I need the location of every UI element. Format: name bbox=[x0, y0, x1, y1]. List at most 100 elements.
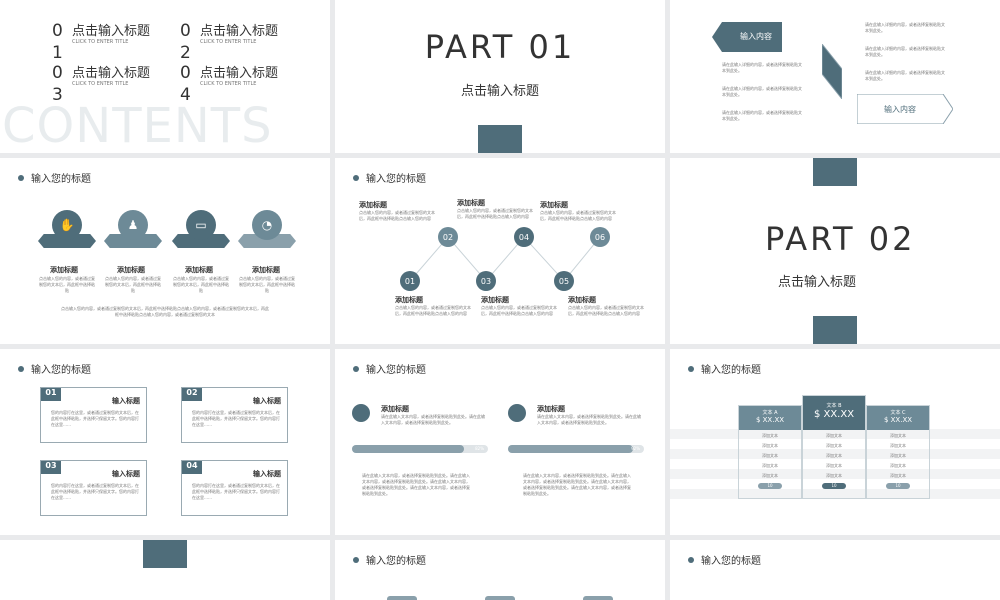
box-text: 您的内容打在这里，或者通过复制您的文本后，在此框中选择粘贴，并选择只保留文字。您… bbox=[192, 483, 280, 500]
bottom-item-3: 添加标题 点击输入您的内容，或者通过复制您的文本后，再此框中选择粘贴点击输入您的… bbox=[568, 295, 644, 317]
col-row: 添加文本 bbox=[826, 443, 842, 448]
item-title: 添加标题 bbox=[540, 201, 568, 209]
node-02[interactable]: 02 bbox=[438, 227, 458, 247]
contents-item-num: 04 bbox=[180, 63, 191, 105]
col-row: 添加文本 bbox=[826, 473, 842, 478]
monitor-icon: ▭ bbox=[186, 210, 216, 240]
col-button[interactable]: 10 bbox=[886, 483, 910, 489]
slide-zigzag[interactable]: 输入您的标题 01 02 03 04 05 06 添加标题 点击输入您的内容，或… bbox=[335, 158, 665, 344]
icon-item-4[interactable]: ◔ bbox=[238, 210, 296, 256]
header-dot-icon bbox=[688, 365, 694, 372]
pricing-col-b[interactable]: 文本 B $ XX.XX 添加文本 添加文本 添加文本 添加文本 添加文本 10 bbox=[802, 395, 866, 499]
contents-item-num: 02 bbox=[180, 21, 191, 63]
pricing-col-c[interactable]: 文本 C $ XX.XX 添加文本 添加文本 添加文本 添加文本 添加文本 10 bbox=[866, 405, 930, 499]
header-dot-icon bbox=[18, 174, 24, 181]
item-text: 点击输入您的内容，或者通过复制您的文本后，再此框中选择粘贴点击输入您的内容 bbox=[568, 305, 644, 316]
header-dot-icon bbox=[18, 365, 24, 372]
slide-boxes[interactable]: 输入您的标题 01 输入标题 您的内容打在这里，或者通过复制您的文本后，在此框中… bbox=[0, 349, 330, 535]
icon-item-3[interactable]: ▭ bbox=[172, 210, 230, 256]
col-row: 添加文本 bbox=[762, 443, 778, 448]
box-num: 02 bbox=[182, 388, 202, 401]
col-head: 文本 A $ XX.XX bbox=[739, 406, 801, 430]
icon-item-title: 添加标题 bbox=[185, 266, 213, 274]
node-04[interactable]: 04 bbox=[514, 227, 534, 247]
progress-bar-2: 92% bbox=[508, 445, 644, 453]
slide-progress[interactable]: 输入您的标题 添加标题 请在此输入文本内容，或者选择复制粘贴到此处。请在此输入文… bbox=[335, 349, 665, 535]
item-title: 添加标题 bbox=[568, 296, 596, 304]
col-button[interactable]: 10 bbox=[758, 483, 782, 489]
item-title: 添加标题 bbox=[481, 296, 509, 304]
bottom-item-2: 添加标题 点击输入您的内容，或者通过复制您的文本后，再此框中选择粘贴点击输入您的… bbox=[481, 295, 557, 317]
item-text: 点击输入您的内容，或者通过复制您的文本后，再此框中选择粘贴点击输入您的内容 bbox=[457, 208, 533, 219]
box-num: 01 bbox=[41, 388, 61, 401]
box-text: 您的内容打在这里，或者通过复制您的文本后，在此框中选择粘贴，并选择只保留文字。您… bbox=[51, 410, 139, 427]
slide-partial-10[interactable] bbox=[0, 540, 330, 600]
pricing-col-a[interactable]: 文本 A $ XX.XX 添加文本 添加文本 添加文本 添加文本 添加文本 10 bbox=[738, 405, 802, 499]
contents-item-4[interactable]: 04 点击输入标题 CLICK TO ENTER TITLE bbox=[180, 62, 278, 106]
node-03[interactable]: 03 bbox=[476, 271, 496, 291]
item-title: 添加标题 bbox=[395, 296, 423, 304]
item-text: 点击输入您的内容，或者通过复制您的文本后，再此框中选择粘贴点击输入您的内容 bbox=[395, 305, 471, 316]
block-title: 添加标题 bbox=[381, 405, 409, 413]
block-circle-icon bbox=[508, 404, 526, 422]
col-button[interactable]: 10 bbox=[822, 483, 846, 489]
contents-item-num: 03 bbox=[52, 63, 63, 105]
top-item-3: 添加标题 点击输入您的内容，或者通过复制您的文本后，再此框中选择粘贴点击输入您的… bbox=[540, 200, 616, 222]
bullet-left-1: 请在此输入详细的内容，或者选择复制粘贴文本到此处。 bbox=[722, 62, 802, 73]
col-row: 添加文本 bbox=[826, 433, 842, 438]
bullet-right-3: 请在此输入详细的内容，或者选择复制粘贴文本到此处。 bbox=[865, 70, 945, 81]
col-row: 添加文本 bbox=[890, 443, 906, 448]
top-item-1: 添加标题 点击输入您的内容，或者通过复制您的文本后，再此框中选择粘贴点击输入您的… bbox=[359, 200, 435, 222]
col-button-label: 10 bbox=[831, 483, 837, 488]
slide-pricing[interactable]: 输入您的标题 文本 A $ XX.XX 添加文本 添加文本 添加文本 添加文本 … bbox=[670, 349, 1000, 535]
contents-watermark: CONTENTS bbox=[2, 98, 273, 153]
col-name: 文本 C bbox=[890, 410, 906, 416]
contents-item-2[interactable]: 02 点击输入标题 CLICK TO ENTER TITLE bbox=[180, 20, 278, 64]
tab-shape-3 bbox=[583, 596, 613, 600]
para-left: 请在此输入文本内容，或者选择复制粘贴到此处。请在此输入文本内容，或者选择复制粘贴… bbox=[362, 473, 470, 496]
box-03[interactable]: 03 输入标题 您的内容打在这里，或者通过复制您的文本后，在此框中选择粘贴，并选… bbox=[40, 460, 147, 516]
box-02[interactable]: 02 输入标题 您的内容打在这里，或者通过复制您的文本后，在此框中选择粘贴，并选… bbox=[181, 387, 288, 443]
slide-part-01[interactable]: PART 01 点击输入标题 bbox=[335, 0, 665, 153]
box-num: 04 bbox=[182, 461, 202, 474]
contents-item-3[interactable]: 03 点击输入标题 CLICK TO ENTER TITLE bbox=[52, 62, 150, 106]
header-text: 输入您的标题 bbox=[366, 365, 426, 376]
col-row: 添加文本 bbox=[762, 453, 778, 458]
block-text: 请在此输入文本内容，或者选择复制粘贴到此处。请在此输入文本内容，或者选择复制粘贴… bbox=[381, 414, 485, 425]
slide-contents[interactable]: CONTENTS 01 点击输入标题 CLICK TO ENTER TITLE … bbox=[0, 0, 330, 153]
icon-item-text: 点击输入您的内容，或者通过复制您的文本后，再此框中选择粘贴 bbox=[105, 276, 161, 293]
box-04[interactable]: 04 输入标题 您的内容打在这里，或者通过复制您的文本后，在此框中选择粘贴，并选… bbox=[181, 460, 288, 516]
slide-partial-11[interactable]: 输入您的标题 bbox=[335, 540, 665, 600]
box-text: 您的内容打在这里，或者通过复制您的文本后，在此框中选择粘贴，并选择只保留文字。您… bbox=[192, 410, 280, 427]
footer-text: 点击输入您的内容，或者通过复制您的文本后，再此框中选择粘贴点击输入您的内容，或者… bbox=[61, 306, 269, 317]
bullet-right-2: 请在此输入详细的内容，或者选择复制粘贴文本到此处。 bbox=[865, 46, 945, 57]
slide-part-02[interactable]: PART 02 点击输入标题 bbox=[670, 158, 1000, 344]
contents-item-1[interactable]: 01 点击输入标题 CLICK TO ENTER TITLE bbox=[52, 20, 150, 64]
node-06[interactable]: 06 bbox=[590, 227, 610, 247]
node-05[interactable]: 05 bbox=[554, 271, 574, 291]
slide-icons[interactable]: 输入您的标题 ✋ ♟ ▭ ◔ 添加标题 添加标题 添加标题 添加标题 点击输入您… bbox=[0, 158, 330, 344]
progress-fill bbox=[352, 445, 464, 453]
header-dot-icon bbox=[353, 365, 359, 372]
box-01[interactable]: 01 输入标题 您的内容打在这里，或者通过复制您的文本后，在此框中选择粘贴，并选… bbox=[40, 387, 147, 443]
people-icon: ♟ bbox=[118, 210, 148, 240]
bullet-right-1: 请在此输入详细的内容，或者选择复制粘贴文本到此处。 bbox=[865, 22, 945, 33]
icon-item-text: 点击输入您的内容，或者通过复制您的文本后，再此框中选择粘贴 bbox=[173, 276, 229, 293]
slide-header: 输入您的标题 bbox=[18, 361, 91, 376]
box-num: 03 bbox=[41, 461, 61, 474]
slide-header: 输入您的标题 bbox=[353, 552, 426, 567]
icon-item-2[interactable]: ♟ bbox=[104, 210, 162, 256]
slide-arrows[interactable]: 输入内容 输入内容 请在此输入详细的内容，或者选择复制粘贴文本到此处。 请在此输… bbox=[670, 0, 1000, 153]
node-01[interactable]: 01 bbox=[400, 271, 420, 291]
part-accent-block-bottom bbox=[813, 316, 857, 344]
slide-partial-12[interactable]: 输入您的标题 bbox=[670, 540, 1000, 600]
icon-item-1[interactable]: ✋ bbox=[38, 210, 96, 256]
col-row: 添加文本 bbox=[762, 463, 778, 468]
contents-item-sub: CLICK TO ENTER TITLE bbox=[200, 81, 257, 87]
box-title: 输入标题 bbox=[112, 397, 140, 405]
part-subtitle: 点击输入标题 bbox=[778, 275, 857, 290]
item-title: 添加标题 bbox=[457, 199, 485, 207]
block-title: 添加标题 bbox=[537, 405, 565, 413]
col-row: 添加文本 bbox=[762, 433, 778, 438]
block-circle-icon bbox=[352, 404, 370, 422]
